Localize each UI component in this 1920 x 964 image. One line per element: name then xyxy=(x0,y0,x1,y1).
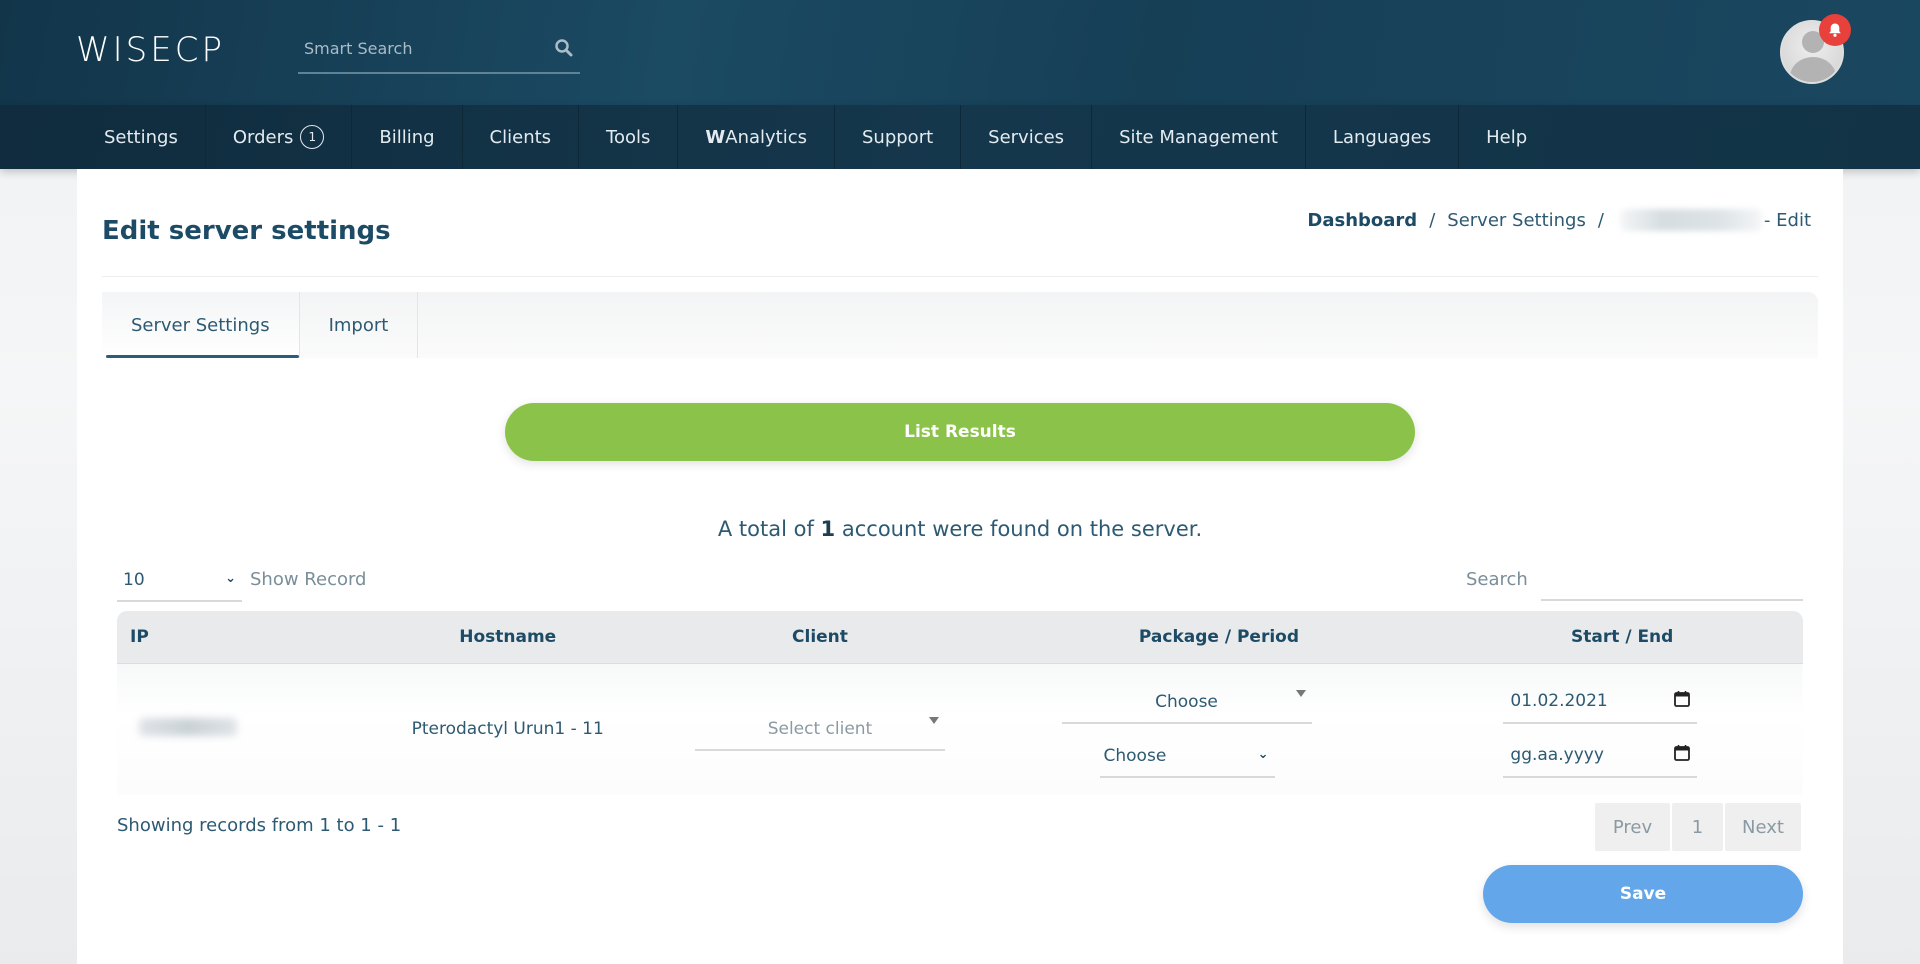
nav-label: Site Management xyxy=(1119,126,1278,148)
end-date-placeholder: gg.aa.yyyy xyxy=(1510,745,1604,766)
caret-down-icon xyxy=(928,717,939,725)
main-nav: Settings Orders 1 Billing Clients Tools W… xyxy=(0,105,1920,169)
nav-services[interactable]: Services xyxy=(961,105,1093,169)
ip-cell xyxy=(117,663,372,795)
pagination-next[interactable]: Next xyxy=(1725,803,1801,851)
smart-search-input[interactable] xyxy=(298,28,538,68)
smart-search xyxy=(298,28,580,74)
total-prefix: A total of xyxy=(717,517,814,541)
client-cell: Select client xyxy=(643,663,996,795)
ip-redacted xyxy=(139,717,237,736)
package-select[interactable]: Choose xyxy=(1061,680,1312,725)
caret-down-icon xyxy=(1295,690,1306,698)
nav-label: Orders xyxy=(232,126,294,148)
table-search-input[interactable] xyxy=(1541,559,1803,601)
notification-button[interactable] xyxy=(1819,14,1851,46)
nav-settings[interactable]: Settings xyxy=(77,105,206,169)
total-count: 1 xyxy=(820,517,836,541)
accounts-table: IP Hostname Client Package / Period Star… xyxy=(117,611,1803,795)
breadcrumb-server-settings[interactable]: Server Settings xyxy=(1447,210,1586,231)
accounts-found-text: A total of 1 account were found on the s… xyxy=(77,517,1843,541)
column-header-ip[interactable]: IP xyxy=(117,611,372,664)
calendar-icon[interactable] xyxy=(1673,690,1691,708)
breadcrumb-server-name-redacted xyxy=(1619,209,1762,231)
end-date-input[interactable]: gg.aa.yyyy xyxy=(1503,734,1698,779)
chevron-down-icon: ⌄ xyxy=(1257,747,1269,763)
column-header-hostname[interactable]: Hostname xyxy=(372,611,644,664)
client-select[interactable]: Select client xyxy=(694,707,945,752)
nav-label: Analytics xyxy=(725,126,807,148)
nav-label: Tools xyxy=(606,126,651,148)
tab-import[interactable]: Import xyxy=(300,292,419,358)
nav-label: Services xyxy=(988,126,1065,148)
breadcrumb-edit: - Edit xyxy=(1763,209,1811,231)
client-select-placeholder: Select client xyxy=(767,719,873,740)
nav-label: Languages xyxy=(1332,126,1432,148)
breadcrumb-separator: / xyxy=(1429,209,1436,231)
nav-support[interactable]: Support xyxy=(835,105,962,169)
list-results-button[interactable]: List Results xyxy=(505,403,1415,461)
breadcrumb: Dashboard / Server Settings / - Edit xyxy=(1307,209,1811,231)
breadcrumb-separator: / xyxy=(1597,209,1604,231)
column-header-client[interactable]: Client xyxy=(643,611,997,664)
page-size-select[interactable]: 10 ⌄ xyxy=(117,558,242,602)
title-divider xyxy=(102,276,1818,277)
page-title: Edit server settings xyxy=(102,216,391,246)
nav-label: Support xyxy=(862,126,934,148)
column-header-start-end[interactable]: Start / End xyxy=(1441,611,1803,664)
package-select-value: Choose xyxy=(1155,692,1218,713)
nav-label: Clients xyxy=(489,126,552,148)
wisecp-logo[interactable]: WISECP xyxy=(76,30,225,70)
nav-tools[interactable]: Tools xyxy=(579,105,679,169)
nav-site-management[interactable]: Site Management xyxy=(1092,105,1306,169)
table-search-label: Search xyxy=(1466,569,1528,590)
records-info: Showing records from 1 to 1 - 1 xyxy=(117,815,402,836)
nav-label-bold: W xyxy=(705,126,726,148)
content-card: Edit server settings Dashboard / Server … xyxy=(77,169,1843,964)
orders-count-badge: 1 xyxy=(300,125,325,149)
calendar-icon[interactable] xyxy=(1673,744,1691,762)
nav-wanalytics[interactable]: W Analytics xyxy=(678,105,835,169)
nav-label: Settings xyxy=(104,126,178,148)
total-suffix: account were found on the server. xyxy=(841,517,1203,541)
start-end-cell: 01.02.2021 gg.aa.yyyy xyxy=(1441,663,1803,795)
package-period-cell: Choose Choose ⌄ xyxy=(997,663,1442,795)
nav-help[interactable]: Help xyxy=(1459,105,1554,169)
pagination-prev[interactable]: Prev xyxy=(1595,803,1670,851)
nav-clients[interactable]: Clients xyxy=(463,105,580,169)
search-icon[interactable] xyxy=(554,38,574,58)
table-header-row: IP Hostname Client Package / Period Star… xyxy=(117,611,1803,664)
nav-billing[interactable]: Billing xyxy=(352,105,463,169)
period-select-value: Choose xyxy=(1103,746,1167,767)
nav-languages[interactable]: Languages xyxy=(1306,105,1460,169)
tab-bar: Server Settings Import xyxy=(102,292,1818,358)
table-row: Pterodactyl Urun1 - 11 Select client Cho… xyxy=(117,663,1803,795)
show-record-label: Show Record xyxy=(250,569,367,590)
start-date-input[interactable]: 01.02.2021 xyxy=(1503,680,1698,725)
pagination: Prev 1 Next xyxy=(1595,803,1801,851)
hostname-cell: Pterodactyl Urun1 - 11 xyxy=(411,719,604,740)
tab-server-settings[interactable]: Server Settings xyxy=(102,292,300,358)
bell-icon xyxy=(1829,23,1841,37)
nav-label: Help xyxy=(1486,126,1528,148)
save-button[interactable]: Save xyxy=(1483,865,1803,923)
top-header: WISECP xyxy=(0,0,1920,105)
user-menu[interactable] xyxy=(1780,14,1851,84)
start-date-value: 01.02.2021 xyxy=(1510,691,1608,712)
breadcrumb-dashboard[interactable]: Dashboard xyxy=(1307,210,1417,231)
page-size-value: 10 xyxy=(123,570,145,590)
nav-label: Billing xyxy=(379,126,435,148)
period-select[interactable]: Choose ⌄ xyxy=(1099,734,1275,779)
pagination-page-1[interactable]: 1 xyxy=(1672,803,1723,851)
nav-orders[interactable]: Orders 1 xyxy=(206,105,353,169)
column-header-package-period[interactable]: Package / Period xyxy=(996,611,1442,664)
chevron-down-icon: ⌄ xyxy=(225,571,236,586)
